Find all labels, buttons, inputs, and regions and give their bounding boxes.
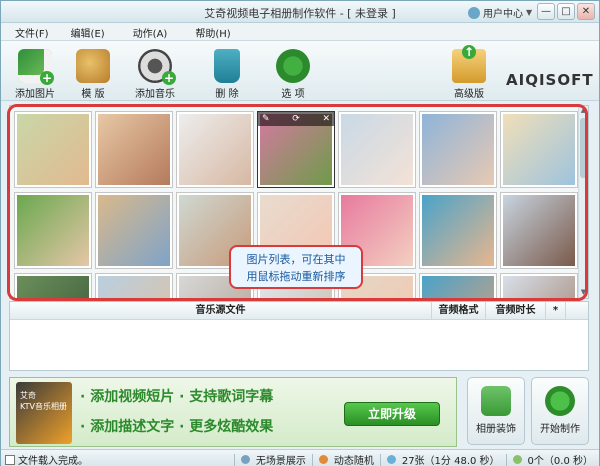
menu-action[interactable]: 动作(A) [133, 23, 168, 40]
delete-label: 删 除 [215, 89, 239, 100]
status-random[interactable]: 动态随机 [334, 452, 374, 466]
maximize-button[interactable]: □ [557, 3, 575, 20]
title-bar: 艾奇视频电子相册制作软件 - [ 未登录 ] 用户中心 ▼ — □ ✕ [1, 1, 599, 23]
product-box-image: 艾奇 KTV音乐相册 [16, 382, 72, 444]
music-count-icon [512, 455, 522, 464]
window-controls: — □ ✕ [537, 3, 595, 20]
status-image-count: 27张（1分 48.0 秒） [401, 456, 500, 466]
trash-icon [214, 49, 240, 83]
col-music-source[interactable]: 音乐源文件 [10, 302, 432, 319]
status-bar: 文件载入完成。 无场景展示 动态随机 27张（1分 48.0 秒） 0个（0.0… [1, 449, 599, 466]
album-decoration-label: 相册装饰 [476, 424, 516, 435]
status-scene[interactable]: 无场景展示 [256, 452, 306, 466]
col-star[interactable]: * [546, 302, 566, 319]
options-label: 选 项 [281, 89, 305, 100]
options-button[interactable]: 选 项 [263, 49, 323, 100]
product-box-line-2: KTV音乐相册 [20, 402, 67, 411]
upgrade-banner: 艾奇 KTV音乐相册 · 添加视频短片 · 支持歌词字幕 · 添加描述文字 · … [9, 377, 457, 447]
template-button[interactable]: 模 版 [63, 49, 123, 100]
add-music-button[interactable]: + 添加音乐 [125, 49, 185, 100]
template-icon [76, 49, 110, 83]
add-music-icon: + [138, 49, 176, 85]
scene-icon [240, 455, 250, 464]
menu-bar: 文件(F) 编辑(E) 动作(A) 帮助(H) [1, 23, 599, 41]
toolbar: + 添加图片 模 版 + 添加音乐 删 除 选 项 ↑ 高级版 AIQISOFT [1, 41, 599, 101]
app-window: 艾奇视频电子相册制作软件 - [ 未登录 ] 用户中心 ▼ — □ ✕ 文件(F… [0, 0, 600, 466]
template-label: 模 版 [81, 89, 105, 100]
status-separator [311, 453, 313, 466]
advanced-version-label: 高级版 [454, 89, 484, 100]
start-making-label: 开始制作 [540, 424, 580, 435]
menu-help[interactable]: 帮助(H) [195, 23, 230, 40]
menu-file[interactable]: 文件(F) [15, 23, 49, 40]
image-count-icon [386, 455, 396, 464]
status-message: 文件载入完成。 [18, 456, 88, 466]
bottom-panel: 艾奇 KTV音乐相册 · 添加视频短片 · 支持歌词字幕 · 添加描述文字 · … [9, 377, 589, 447]
refresh-arrow-icon [545, 386, 575, 416]
banner-features-line-2: · 添加描述文字 · 更多炫酷效果 [80, 419, 274, 435]
add-music-label: 添加音乐 [135, 89, 175, 100]
add-image-button[interactable]: + 添加图片 [5, 49, 65, 100]
advanced-version-button[interactable]: ↑ 高级版 [439, 45, 499, 100]
start-making-button[interactable]: 开始制作 [531, 377, 589, 445]
add-image-icon: + [18, 49, 54, 85]
user-icon [468, 6, 480, 19]
gear-icon [276, 49, 310, 83]
upgrade-box-icon: ↑ [452, 45, 486, 83]
chevron-down-icon: ▼ [526, 8, 533, 17]
status-music-count: 0个（0.0 秒） [527, 456, 593, 466]
random-effect-icon [318, 455, 328, 464]
photo-list-tooltip: 图片列表，可在其中 用鼠标拖动重新排序 [229, 245, 363, 289]
add-image-label: 添加图片 [15, 89, 55, 100]
status-separator [505, 453, 507, 466]
minimize-button[interactable]: — [537, 3, 555, 20]
col-audio-duration[interactable]: 音频时长 [486, 302, 546, 319]
brand-logo: AIQISOFT [506, 71, 594, 89]
menu-edit[interactable]: 编辑(E) [71, 23, 105, 40]
status-right: 无场景展示 动态随机 27张（1分 48.0 秒） 0个（0.0 秒） [233, 452, 593, 466]
status-separator [379, 453, 381, 466]
close-button[interactable]: ✕ [577, 3, 595, 20]
music-table-header: 音乐源文件 音频格式 音频时长 * [10, 302, 588, 320]
music-list[interactable]: 音乐源文件 音频格式 音频时长 * [9, 301, 589, 371]
delete-button[interactable]: 删 除 [197, 49, 257, 100]
user-center-menu[interactable]: 用户中心 ▼ [468, 5, 532, 20]
upgrade-now-button[interactable]: 立即升级 [344, 402, 440, 426]
tooltip-line-2: 用鼠标拖动重新排序 [246, 270, 346, 283]
album-decoration-button[interactable]: 相册装饰 [467, 377, 525, 445]
user-center-label: 用户中心 [483, 9, 523, 20]
status-separator [233, 453, 235, 466]
status-left: 文件载入完成。 [5, 452, 88, 466]
banner-features-line-1: · 添加视频短片 · 支持歌词字幕 [80, 389, 274, 405]
tooltip-line-1: 图片列表，可在其中 [246, 253, 346, 266]
picture-frame-icon [481, 386, 511, 416]
product-box-line-1: 艾奇 [20, 391, 36, 400]
status-icon [5, 454, 15, 465]
col-audio-format[interactable]: 音频格式 [432, 302, 486, 319]
